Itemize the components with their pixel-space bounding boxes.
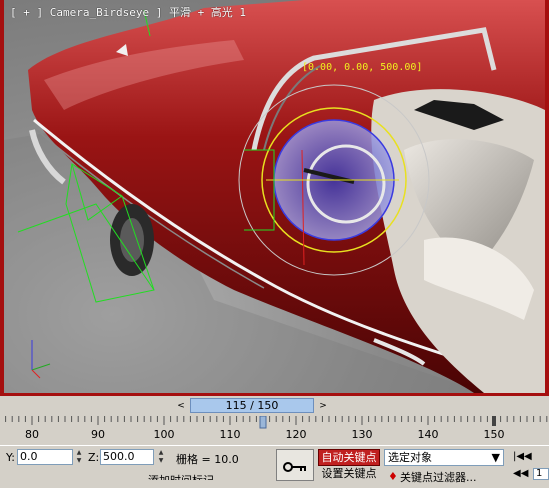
grid-size-text: 栅格 = 10.0 [176,453,239,466]
current-frame-marker[interactable] [259,416,267,429]
viewport-canvas[interactable]: [ + ] Camera_Birdseye ] 平滑 + 高光 1 [0.00,… [4,0,545,393]
car-scene [4,0,545,393]
tick-label: 130 [351,428,373,441]
prev-frame-button[interactable]: < [174,398,188,414]
y-spinner-icon[interactable]: ▲ ▼ [74,449,84,465]
gizmo-coordinates: [0.00, 0.00, 500.00] [302,62,423,73]
viewport-label[interactable]: [ + ] Camera_Birdseye ] 平滑 + 高光 1 [10,4,246,20]
z-coord-field[interactable]: 500.0 [100,449,154,465]
tick-label: 140 [417,428,439,441]
tick-label: 90 [91,428,105,441]
key-filter-icon: ♦ [388,470,398,483]
key-filters-button[interactable]: 关键点过滤器... [400,469,516,485]
tick-label: 120 [285,428,307,441]
chevron-down-icon: ▼ [491,451,500,464]
y-coord-label: Y: [6,451,15,464]
tick-label: 80 [25,428,39,441]
next-frame-button[interactable]: > [316,398,330,414]
timeline-ruler [5,416,548,429]
z-coord-label: Z: [88,451,100,464]
add-time-tag-button[interactable]: 添加时间标记 [148,472,214,480]
set-key-mode-button[interactable]: 设置关键点 [318,468,380,482]
y-coord-field[interactable]: 0.0 [17,449,73,465]
auto-key-button[interactable]: 自动关键点 [318,449,380,466]
set-key-button[interactable] [276,449,314,481]
end-frame-marker [492,416,496,426]
viewport-3d[interactable]: [ + ] Camera_Birdseye ] 平滑 + 高光 1 [0.00,… [0,0,549,396]
z-spinner-icon[interactable]: ▲ ▼ [156,449,166,465]
tick-label: 150 [483,428,505,441]
selection-set-value: 选定对象 [388,451,432,464]
status-bar: Y: 0.0 ▲ ▼ Z: 500.0 ▲ ▼ 栅格 = 10.0 添加时间标记 自… [0,445,549,484]
selection-set-dropdown[interactable]: 选定对象 ▼ [384,449,504,466]
current-frame-field[interactable]: 1 [533,468,549,480]
time-slider-row: < 115 / 150 > [0,396,549,416]
go-to-start-icon[interactable]: |◀◀ [513,451,532,462]
prev-key-icon[interactable]: ◀◀ [513,468,528,479]
tick-label: 110 [219,428,241,441]
timeline-track[interactable]: 80 90 100 110 120 130 140 150 [0,416,549,445]
time-slider[interactable]: 115 / 150 [190,398,314,413]
key-icon [283,462,306,472]
tick-label: 100 [153,428,175,441]
